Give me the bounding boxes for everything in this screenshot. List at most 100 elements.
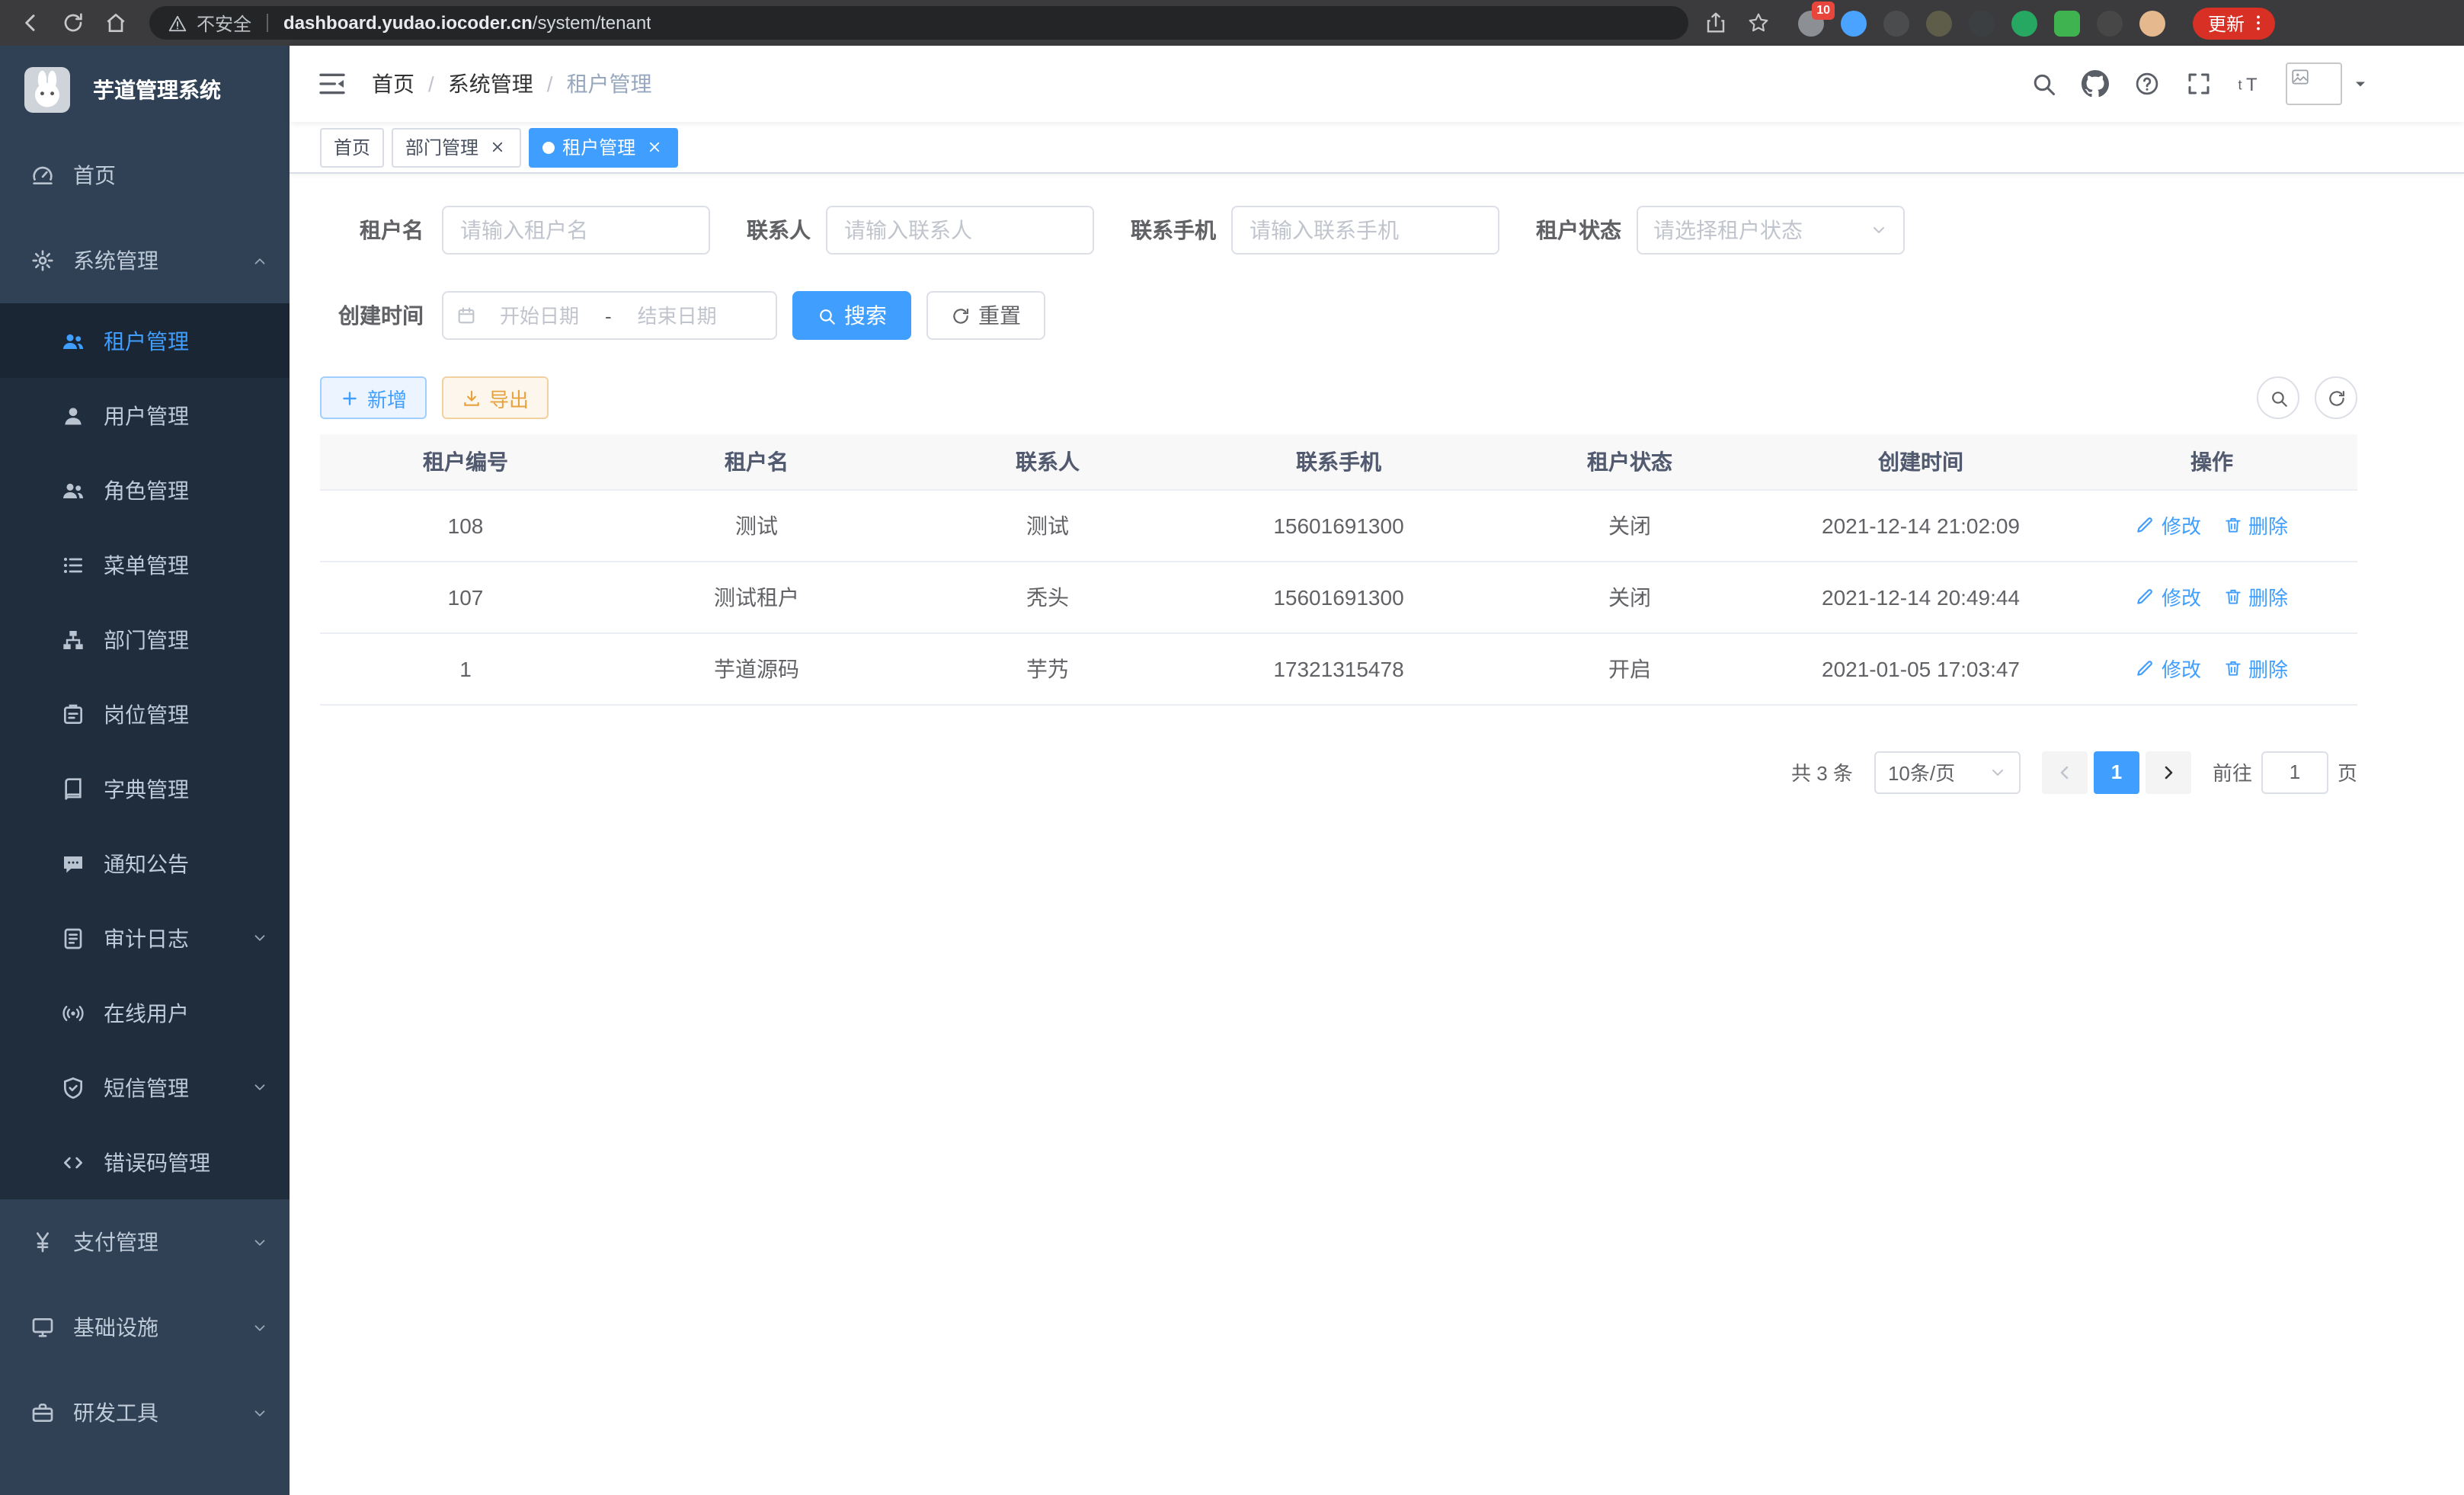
contact-input[interactable] [826, 206, 1094, 255]
cell-created: 2021-12-14 20:49:44 [1775, 561, 2066, 632]
url-path: /system/tenant [533, 12, 651, 34]
extension-olive[interactable] [1926, 10, 1952, 36]
avatar[interactable] [2286, 62, 2342, 105]
page-number-button[interactable]: 1 [2094, 751, 2139, 793]
sidebar-item-notice[interactable]: 通知公告 [0, 826, 290, 901]
breadcrumb: 首页/系统管理/租户管理 [372, 69, 652, 99]
sidebar-item-label: 支付管理 [73, 1227, 158, 1257]
sidebar-item-dept[interactable]: 部门管理 [0, 602, 290, 677]
share-icon[interactable] [1701, 8, 1731, 38]
help-icon[interactable] [2121, 46, 2173, 122]
sidebar-item-label: 岗位管理 [104, 699, 189, 729]
tab-home[interactable]: 首页 [320, 127, 384, 167]
extension-puzzle[interactable] [2097, 10, 2123, 36]
tab-close-icon[interactable] [486, 136, 507, 158]
breadcrumb-item[interactable]: 系统管理 [448, 69, 533, 99]
export-button[interactable]: 导出 [442, 376, 549, 419]
extension-pinned-1[interactable]: 10 [1798, 10, 1824, 36]
download-icon [462, 388, 482, 408]
column-header: 操作 [2066, 434, 2357, 489]
toggle-search-button[interactable] [2257, 376, 2299, 419]
tab-dept[interactable]: 部门管理 [392, 127, 521, 167]
cell-id: 107 [320, 561, 611, 632]
fullscreen-icon[interactable] [2173, 46, 2225, 122]
start-date-input[interactable] [483, 304, 596, 327]
delete-button[interactable]: 删除 [2222, 511, 2288, 539]
browser-back-icon[interactable] [15, 8, 46, 38]
browser-menu-icon[interactable] [2248, 12, 2269, 34]
next-page-button[interactable] [2146, 751, 2191, 793]
page-size-select[interactable]: 10条/页 [1874, 751, 2021, 793]
delete-button[interactable]: 删除 [2222, 582, 2288, 611]
sidebar-item-online-user[interactable]: 在线用户 [0, 975, 290, 1050]
browser-reload-icon[interactable] [58, 8, 88, 38]
filter-row-2: 创建时间 - 搜索 [320, 291, 2357, 340]
chevron-down-icon [1870, 221, 1888, 239]
extension-dark[interactable] [1969, 10, 1995, 36]
update-button[interactable]: 更新 [2193, 7, 2275, 39]
delete-icon [2222, 658, 2242, 678]
browser-chrome: 不安全 dashboard.yudao.iocoder.cn/system/te… [0, 0, 2464, 46]
extension-green-chat[interactable] [2054, 10, 2080, 36]
github-icon[interactable] [2069, 46, 2121, 122]
tab-tenant[interactable]: 租户管理 [529, 127, 678, 167]
sidebar-item-tenant[interactable]: 租户管理 [0, 303, 290, 378]
bookmark-star-icon[interactable] [1743, 8, 1774, 38]
sidebar-item-dev-tool[interactable]: 研发工具 [0, 1370, 290, 1455]
browser-nav-icons [15, 8, 131, 38]
goto-page-input[interactable] [2261, 751, 2328, 793]
breadcrumb-item[interactable]: 首页 [372, 69, 414, 99]
table-row: 108测试测试15601691300关闭2021-12-14 21:02:09修… [320, 489, 2357, 561]
reset-button-label: 重置 [978, 300, 1021, 331]
delete-button[interactable]: 删除 [2222, 654, 2288, 683]
tenant-name-input[interactable] [442, 206, 710, 255]
sidebar-item-pay[interactable]: 支付管理 [0, 1199, 290, 1285]
prev-page-button[interactable] [2042, 751, 2088, 793]
edit-button[interactable]: 修改 [2136, 654, 2201, 683]
browser-home-icon[interactable] [101, 8, 131, 38]
edit-button[interactable]: 修改 [2136, 582, 2201, 611]
search-button[interactable]: 搜索 [792, 291, 911, 340]
avatar-caret-icon[interactable] [2351, 75, 2370, 93]
table-row: 107测试租户秃头15601691300关闭2021-12-14 20:49:4… [320, 561, 2357, 632]
sidebar-item-post[interactable]: 岗位管理 [0, 677, 290, 751]
sidebar-item-user[interactable]: 用户管理 [0, 378, 290, 453]
sidebar-item-sms[interactable]: 短信管理 [0, 1050, 290, 1125]
extension-blue-drop[interactable] [1841, 10, 1867, 36]
font-size-icon[interactable]: tT [2225, 46, 2277, 122]
sidebar-item-label: 审计日志 [104, 923, 189, 953]
sidebar-item-role[interactable]: 角色管理 [0, 453, 290, 527]
sidebar-item-dict[interactable]: 字典管理 [0, 751, 290, 826]
extension-green-circle[interactable] [2011, 10, 2037, 36]
column-header: 创建时间 [1775, 434, 2066, 489]
sidebar-item-audit-log[interactable]: 审计日志 [0, 901, 290, 975]
add-button[interactable]: 新增 [320, 376, 427, 419]
sidebar-item-error-code[interactable]: 错误码管理 [0, 1125, 290, 1199]
extension-avatar[interactable] [2139, 10, 2165, 36]
app-logo[interactable]: 芋道管理系统 [0, 46, 290, 133]
sidebar-item-label: 短信管理 [104, 1072, 189, 1103]
status-field: 租户状态 请选择租户状态 [1536, 206, 1905, 255]
edit-button[interactable]: 修改 [2136, 511, 2201, 539]
sidebar-item-infra[interactable]: 基础设施 [0, 1285, 290, 1370]
tab-close-icon[interactable] [643, 136, 664, 158]
page-size-value: 10条/页 [1888, 757, 1955, 786]
sidebar-item-home[interactable]: 首页 [0, 133, 290, 218]
column-header: 租户编号 [320, 434, 611, 489]
status-select[interactable]: 请选择租户状态 [1637, 206, 1905, 255]
status-label: 租户状态 [1536, 215, 1637, 245]
sidebar-toggle-icon[interactable] [290, 46, 372, 122]
address-bar[interactable]: 不安全 dashboard.yudao.iocoder.cn/system/te… [149, 6, 1688, 40]
refresh-table-button[interactable] [2315, 376, 2357, 419]
edit-button-label: 修改 [2162, 582, 2201, 611]
extension-dark-ring[interactable] [1883, 10, 1909, 36]
sidebar: 芋道管理系统 首页系统管理租户管理用户管理角色管理菜单管理部门管理岗位管理字典管… [0, 46, 290, 1495]
header-search-icon[interactable] [2018, 46, 2069, 122]
tenant-name-label: 租户名 [320, 215, 442, 245]
end-date-input[interactable] [621, 304, 734, 327]
sidebar-item-menu[interactable]: 菜单管理 [0, 527, 290, 602]
create-time-range-picker[interactable]: - [442, 291, 777, 340]
sidebar-item-system[interactable]: 系统管理 [0, 218, 290, 303]
reset-button[interactable]: 重置 [926, 291, 1045, 340]
mobile-input[interactable] [1231, 206, 1499, 255]
